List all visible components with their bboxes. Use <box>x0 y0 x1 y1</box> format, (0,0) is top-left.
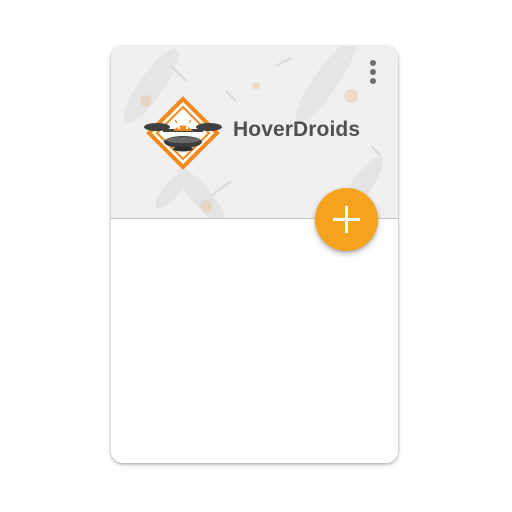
more-options-button[interactable] <box>361 56 385 88</box>
add-button[interactable] <box>315 188 378 251</box>
app-title: HoverDroids <box>233 118 361 141</box>
plus-icon-vertical <box>345 206 348 233</box>
hoverdroids-logo-icon <box>144 96 222 170</box>
more-vertical-icon-dot <box>370 78 376 84</box>
more-vertical-icon-dot <box>370 69 376 75</box>
app-card: HoverDroids <box>111 46 398 463</box>
more-vertical-icon <box>370 60 376 66</box>
card-content <box>111 219 398 463</box>
